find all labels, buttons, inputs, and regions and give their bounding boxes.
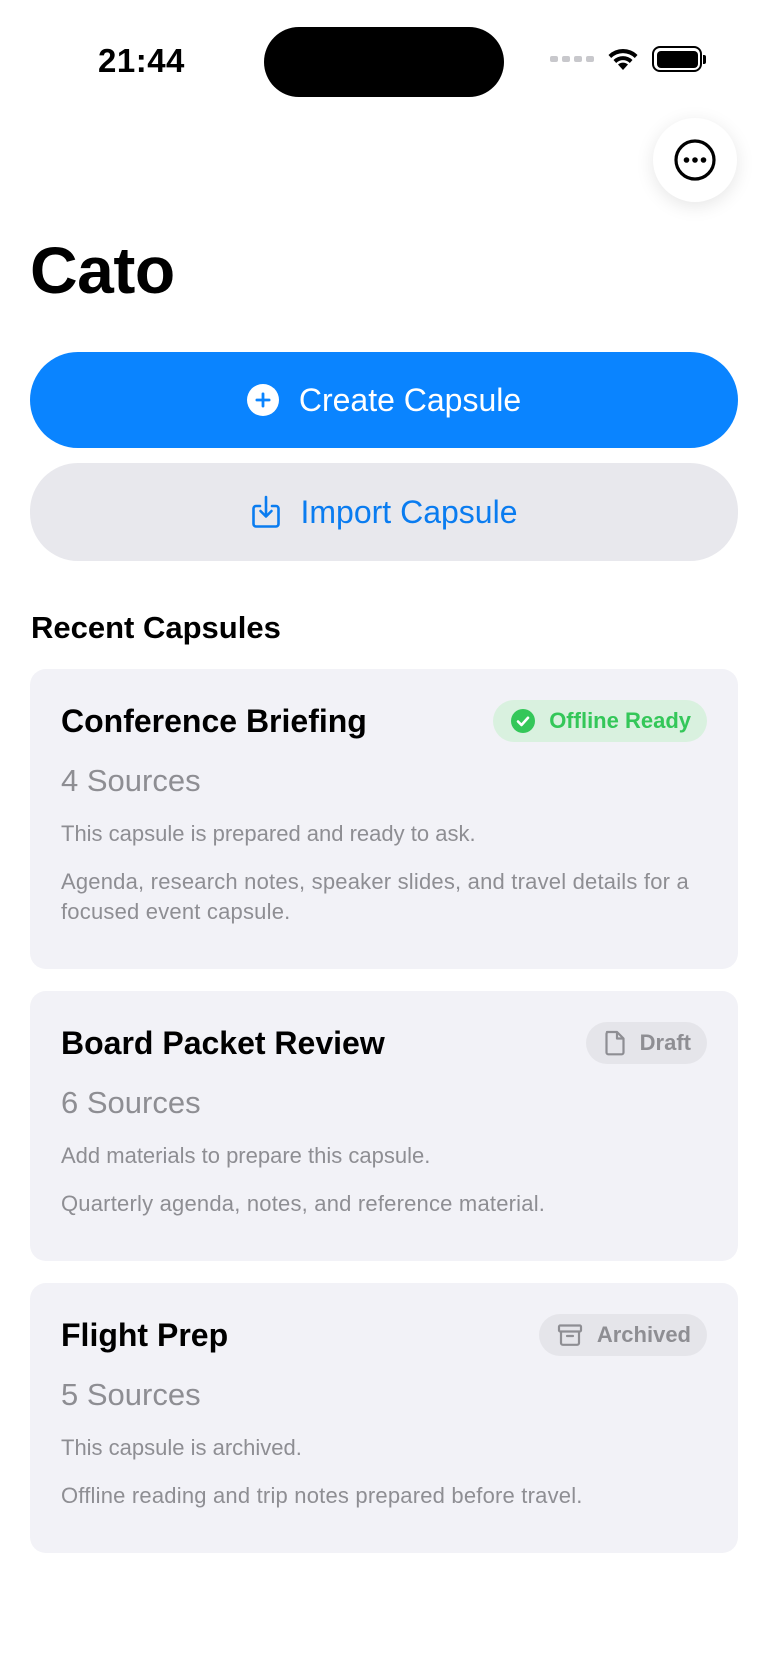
battery-icon [652,46,706,72]
capsule-description: Agenda, research notes, speaker slides, … [61,869,689,924]
dynamic-island [264,27,504,97]
plus-circle-icon [246,384,279,416]
capsule-card[interactable]: Flight Prep Archived 5 Sources This caps… [30,1283,738,1553]
status-badge: Offline Ready [493,700,707,742]
more-button[interactable] [653,118,737,202]
wifi-icon [608,48,638,70]
page-title: Cato [30,233,175,307]
capsule-title: Conference Briefing [61,702,367,739]
home-screen: 21:44 Cato Create Capsule Import Capsule… [0,0,768,1669]
create-capsule-label: Create Capsule [298,381,522,418]
archive-box-icon [557,1324,582,1346]
ellipsis-circle-icon [674,139,716,181]
import-tray-icon [251,495,280,528]
status-badge-label: Draft [639,1030,691,1055]
capsule-sources: 4 Sources [61,763,201,798]
create-capsule-button[interactable]: Create Capsule [30,352,738,448]
capsule-status-text: This capsule is prepared and ready to as… [61,821,476,846]
status-badge-label: Archived [596,1322,691,1347]
capsule-card[interactable]: Conference Briefing Offline Ready 4 Sour… [30,669,738,969]
capsule-card[interactable]: Board Packet Review Draft 6 Sources Add … [30,991,738,1261]
capsule-card-header: Flight Prep Archived [61,1313,707,1357]
capsule-status-text: Add materials to prepare this capsule. [61,1143,431,1168]
capsule-sources: 6 Sources [61,1085,201,1120]
status-badge-label: Offline Ready [549,708,691,733]
capsule-description: Offline reading and trip notes prepared … [61,1483,583,1508]
cellular-signal-icon [550,56,594,62]
status-badge: Archived [538,1314,707,1356]
import-capsule-label: Import Capsule [300,493,518,530]
capsule-description: Quarterly agenda, notes, and reference m… [61,1191,546,1216]
section-title-recent: Recent Capsules [31,610,281,645]
checkmark-circle-icon [511,709,536,733]
capsule-status-text: This capsule is archived. [61,1435,302,1460]
status-indicators [550,46,706,72]
capsule-title: Flight Prep [61,1316,229,1353]
capsule-card-header: Conference Briefing Offline Ready [61,699,707,743]
import-capsule-button[interactable]: Import Capsule [30,463,738,561]
status-badge: Draft [585,1022,707,1064]
capsule-title: Board Packet Review [61,1024,385,1061]
capsule-card-header: Board Packet Review Draft [61,1021,707,1065]
capsule-sources: 5 Sources [61,1377,201,1412]
status-time: 21:44 [98,42,185,79]
document-icon [605,1030,625,1056]
